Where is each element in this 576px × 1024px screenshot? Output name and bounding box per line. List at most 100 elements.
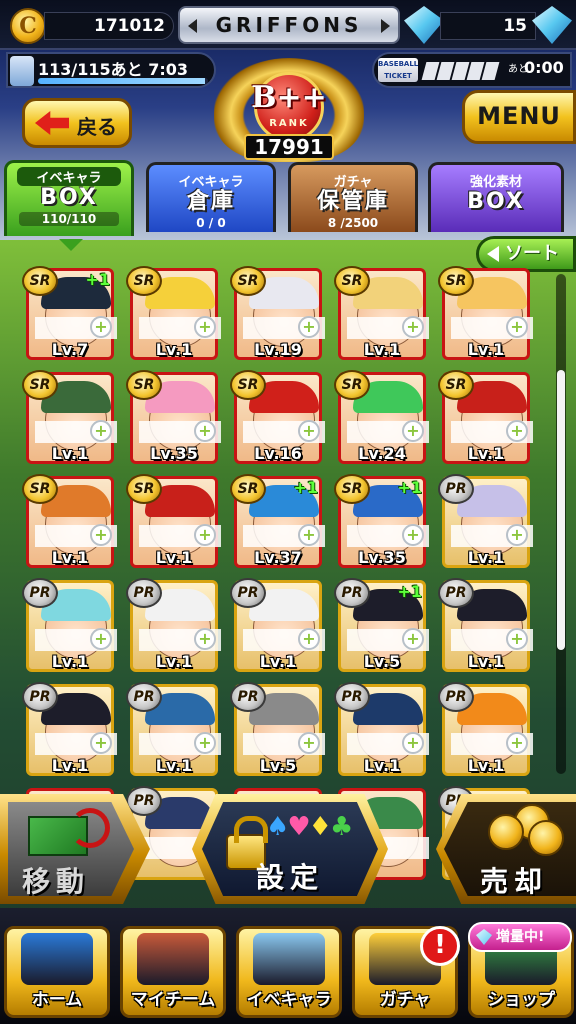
- character-card[interactable]: SR + Lv.19: [230, 266, 326, 366]
- character-card[interactable]: SR + Lv.1: [438, 266, 534, 366]
- tab-top-label: ガチャ: [333, 175, 373, 190]
- character-card[interactable]: SR +1 + Lv.35: [334, 474, 430, 574]
- rarity-badge: PR: [230, 578, 266, 608]
- character-card[interactable]: SR + Lv.1: [126, 474, 222, 574]
- nav-item[interactable]: マイチーム: [120, 926, 226, 1018]
- rarity-badge: PR: [230, 682, 266, 712]
- heart-icon: ♥: [287, 812, 310, 842]
- scrollbar[interactable]: [556, 274, 566, 774]
- character-level: Lv.5: [363, 652, 401, 671]
- add-icon: +: [298, 628, 320, 650]
- tab-event-character-warehouse[interactable]: イベキャラ 倉庫 0 / 0: [146, 162, 276, 232]
- character-card[interactable]: PR + Lv.1: [334, 682, 430, 782]
- rarity-badge: PR: [438, 682, 474, 712]
- character-card[interactable]: PR + Lv.1: [438, 682, 534, 782]
- team-icon: [137, 933, 209, 985]
- character-card[interactable]: SR + Lv.1: [438, 370, 534, 470]
- character-level: Lv.35: [150, 444, 198, 463]
- move-button-face: 移動: [8, 802, 134, 896]
- nav-label: マイチーム: [130, 990, 216, 1010]
- rarity-badge: SR: [334, 370, 370, 400]
- character-card[interactable]: PR + Lv.1: [230, 578, 326, 678]
- character-card[interactable]: SR + Lv.1: [22, 474, 118, 574]
- character-level: Lv.1: [51, 756, 89, 775]
- tab-main-label: BOX: [40, 185, 98, 210]
- rarity-badge: PR: [22, 682, 58, 712]
- baseball-ticket-icon: BASEBALL TICKET: [378, 58, 419, 82]
- tab-event-character-box[interactable]: イベキャラ BOX 110/110: [4, 160, 134, 251]
- add-icon: +: [298, 524, 320, 546]
- nav-item[interactable]: ホーム: [4, 926, 110, 1018]
- nav-item[interactable]: イベキャラ: [236, 926, 342, 1018]
- stamina-text: 113/115あと 7:03: [38, 60, 189, 79]
- character-card[interactable]: SR + Lv.24: [334, 370, 430, 470]
- nav-label: ガチャ: [379, 990, 431, 1010]
- back-button[interactable]: 戻る: [22, 98, 132, 148]
- coin-count: 171012: [44, 12, 174, 40]
- character-card[interactable]: SR +1 + Lv.37: [230, 474, 326, 574]
- character-card[interactable]: PR + Lv.1: [22, 578, 118, 678]
- character-card[interactable]: PR + Lv.1: [22, 682, 118, 782]
- tab-material-box[interactable]: 強化素材 BOX: [428, 162, 564, 232]
- tab-count: 110/110: [19, 212, 119, 226]
- menu-button[interactable]: MENU: [462, 90, 576, 144]
- character-card[interactable]: PR + Lv.1: [126, 578, 222, 678]
- tab-gacha-storage[interactable]: ガチャ 保管庫 8 /2500: [288, 162, 418, 232]
- scrollbar-thumb[interactable]: [557, 370, 565, 650]
- add-icon: +: [194, 420, 216, 442]
- gacha-alert-badge: !: [420, 926, 460, 966]
- character-card[interactable]: SR + Lv.1: [126, 266, 222, 366]
- character-card[interactable]: SR + Lv.35: [126, 370, 222, 470]
- rarity-badge: SR: [22, 370, 58, 400]
- gem-count: 15: [440, 12, 536, 40]
- character-level: Lv.1: [51, 652, 89, 671]
- nav-label: ショップ: [487, 990, 555, 1010]
- character-level: Lv.1: [467, 652, 505, 671]
- rank-emblem[interactable]: B++ RANK 17991: [214, 58, 364, 162]
- add-icon: +: [506, 524, 528, 546]
- rarity-badge: SR: [126, 474, 162, 504]
- add-icon: +: [194, 524, 216, 546]
- add-icon: +: [90, 316, 112, 338]
- settings-lock-button[interactable]: ♠♥♦♣ 設定: [192, 794, 388, 904]
- team-name-plate[interactable]: GRIFFONS: [178, 6, 400, 44]
- rarity-badge: PR: [438, 474, 474, 504]
- character-card[interactable]: SR +1 + Lv.7: [22, 266, 118, 366]
- gem-shop-icon[interactable]: [532, 6, 572, 44]
- character-level: Lv.1: [467, 444, 505, 463]
- character-level: Lv.19: [254, 340, 302, 359]
- ticket-meter: BASEBALL TICKET あと 0:00: [372, 52, 572, 88]
- nav-label: イベキャラ: [246, 990, 332, 1010]
- rarity-badge: SR: [22, 474, 58, 504]
- character-card[interactable]: SR + Lv.16: [230, 370, 326, 470]
- add-icon: +: [506, 316, 528, 338]
- character-level: Lv.16: [254, 444, 302, 463]
- rarity-badge: SR: [230, 266, 266, 296]
- character-card[interactable]: PR + Lv.5: [230, 682, 326, 782]
- settings-button-face: ♠♥♦♣ 設定: [202, 802, 378, 896]
- add-icon: +: [90, 420, 112, 442]
- move-button[interactable]: 移動: [0, 794, 150, 904]
- stamina-meter: 113/115あと 7:03: [6, 52, 216, 88]
- bonus-badge: +1: [397, 582, 422, 601]
- tab-main-label: BOX: [467, 189, 525, 214]
- gem-icon: [404, 6, 444, 44]
- add-icon: +: [298, 732, 320, 754]
- character-level: Lv.1: [467, 548, 505, 567]
- character-card[interactable]: SR + Lv.1: [334, 266, 430, 366]
- character-card[interactable]: PR + Lv.1: [438, 474, 534, 574]
- add-icon: +: [90, 732, 112, 754]
- add-icon: +: [506, 732, 528, 754]
- add-icon: +: [194, 316, 216, 338]
- character-card[interactable]: PR +1 + Lv.5: [334, 578, 430, 678]
- rarity-badge: SR: [126, 370, 162, 400]
- character-card[interactable]: PR + Lv.1: [438, 578, 534, 678]
- character-card[interactable]: SR + Lv.1: [22, 370, 118, 470]
- rarity-badge: SR: [126, 266, 162, 296]
- character-level: Lv.1: [51, 444, 89, 463]
- character-level: Lv.7: [51, 340, 89, 359]
- character-card[interactable]: PR + Lv.1: [126, 682, 222, 782]
- add-icon: +: [402, 420, 424, 442]
- sell-button[interactable]: 売却: [436, 794, 576, 904]
- add-icon: +: [194, 732, 216, 754]
